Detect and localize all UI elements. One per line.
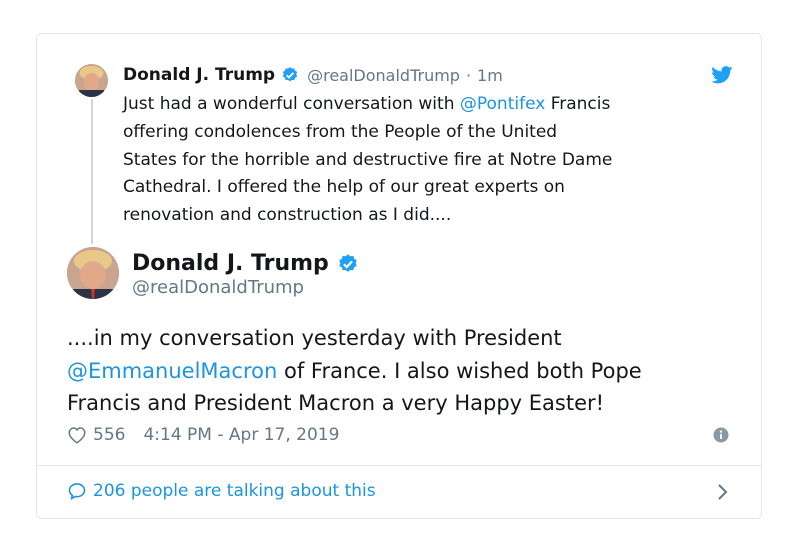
twitter-bird-icon[interactable] — [711, 66, 733, 84]
heart-icon[interactable] — [67, 426, 87, 444]
like-count[interactable]: 556 — [93, 425, 125, 445]
parent-tweet-time[interactable]: 1m — [477, 66, 503, 85]
parent-text-line: offering condolences from the People of … — [123, 121, 558, 142]
meta-separator: · — [465, 65, 472, 85]
tweet-meta-row: 556 4:14 PM - Apr 17, 2019 — [67, 424, 339, 446]
parent-text-line: Cathedral. I offered the help of our gre… — [123, 177, 565, 198]
conversation-link[interactable]: 206 people are talking about this — [67, 481, 376, 501]
parent-text-line: Just had a wonderful conversation with — [123, 94, 460, 114]
verified-badge-icon — [282, 67, 298, 82]
parent-text-line: renovation and construction as I did.... — [123, 205, 452, 226]
mention-link[interactable]: @Pontifex — [460, 94, 545, 114]
conversation-count-label: 206 people are talking about this — [93, 481, 376, 501]
parent-text-line: States for the horrible and destructive … — [123, 149, 613, 170]
tweet-text-line: Francis and President Macron a very Happ… — [67, 391, 605, 415]
author-avatar[interactable] — [67, 247, 119, 299]
parent-author-name[interactable]: Donald J. Trump — [123, 65, 275, 85]
chevron-right-icon[interactable] — [715, 483, 729, 501]
tweet-text-line: of France. I also wished both Pope — [277, 358, 642, 383]
parent-author-avatar[interactable] — [75, 64, 108, 97]
speech-bubble-icon — [68, 483, 86, 501]
info-icon[interactable] — [713, 427, 729, 443]
author-handle[interactable]: @realDonaldTrump — [132, 277, 304, 298]
author-name[interactable]: Donald J. Trump — [132, 251, 329, 276]
parent-text-line: Francis — [545, 94, 611, 114]
author-name-row: Donald J. Trump — [132, 251, 359, 276]
mention-link[interactable]: @EmmanuelMacron — [67, 359, 277, 383]
tweet-text-line: ....in my conversation yesterday with Pr… — [67, 326, 562, 350]
footer-divider — [37, 465, 761, 466]
embedded-tweet-card: Donald J. Trump @realDonaldTrump · 1m Ju… — [36, 33, 762, 519]
thread-connector-line — [91, 99, 93, 244]
verified-badge-icon — [339, 253, 357, 272]
parent-tweet-header: Donald J. Trump @realDonaldTrump · 1m — [123, 64, 503, 86]
tweet-text: ....in my conversation yesterday with Pr… — [67, 322, 747, 420]
parent-author-handle[interactable]: @realDonaldTrump — [307, 66, 460, 85]
parent-tweet-text: Just had a wonderful conversation with @… — [123, 91, 743, 230]
tweet-timestamp[interactable]: 4:14 PM - Apr 17, 2019 — [143, 425, 339, 445]
